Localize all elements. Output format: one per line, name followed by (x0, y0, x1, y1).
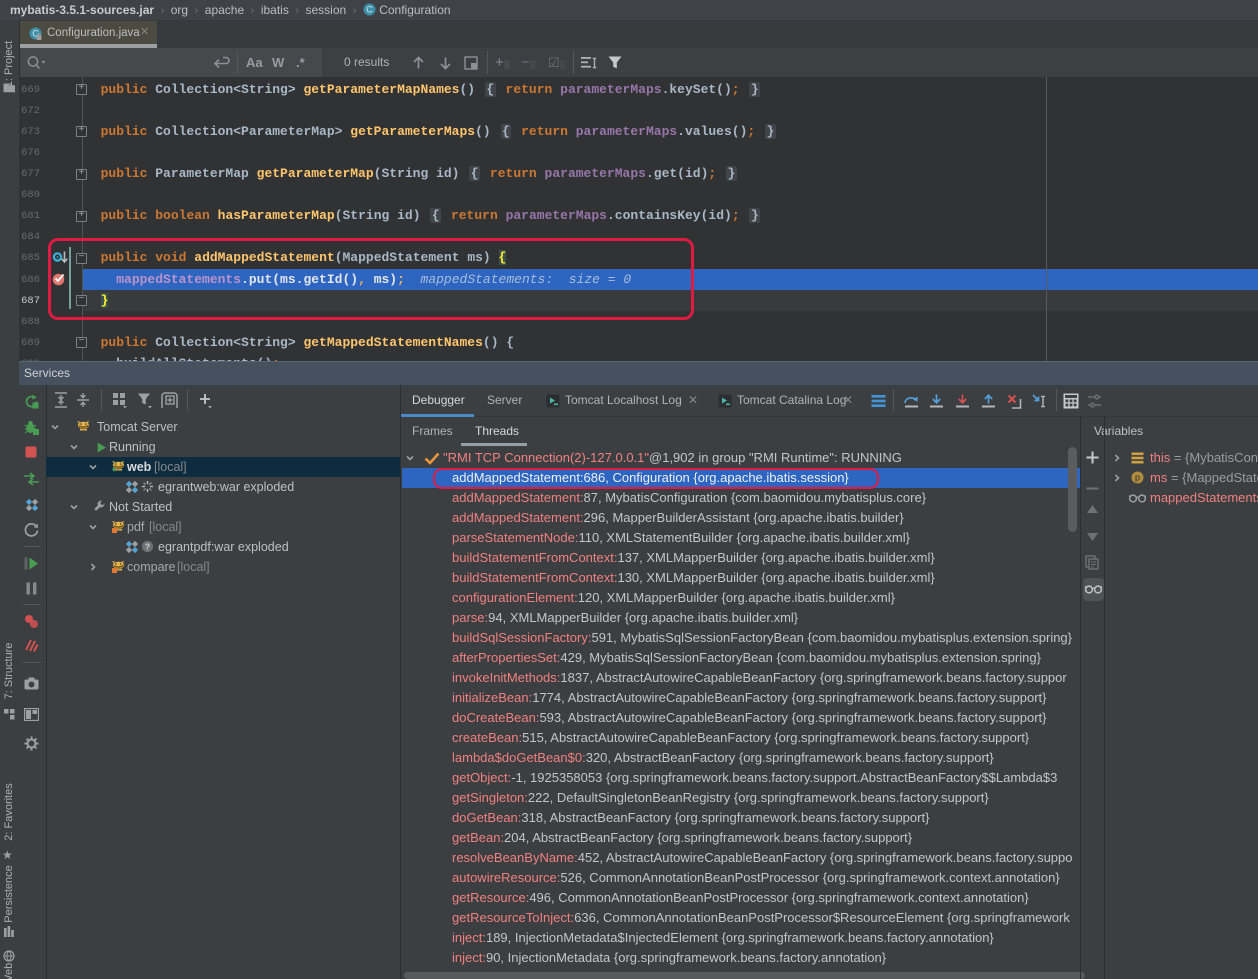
svg-text:p: p (1135, 473, 1140, 483)
svg-text:?: ? (145, 541, 150, 551)
svg-text:C: C (366, 5, 373, 15)
